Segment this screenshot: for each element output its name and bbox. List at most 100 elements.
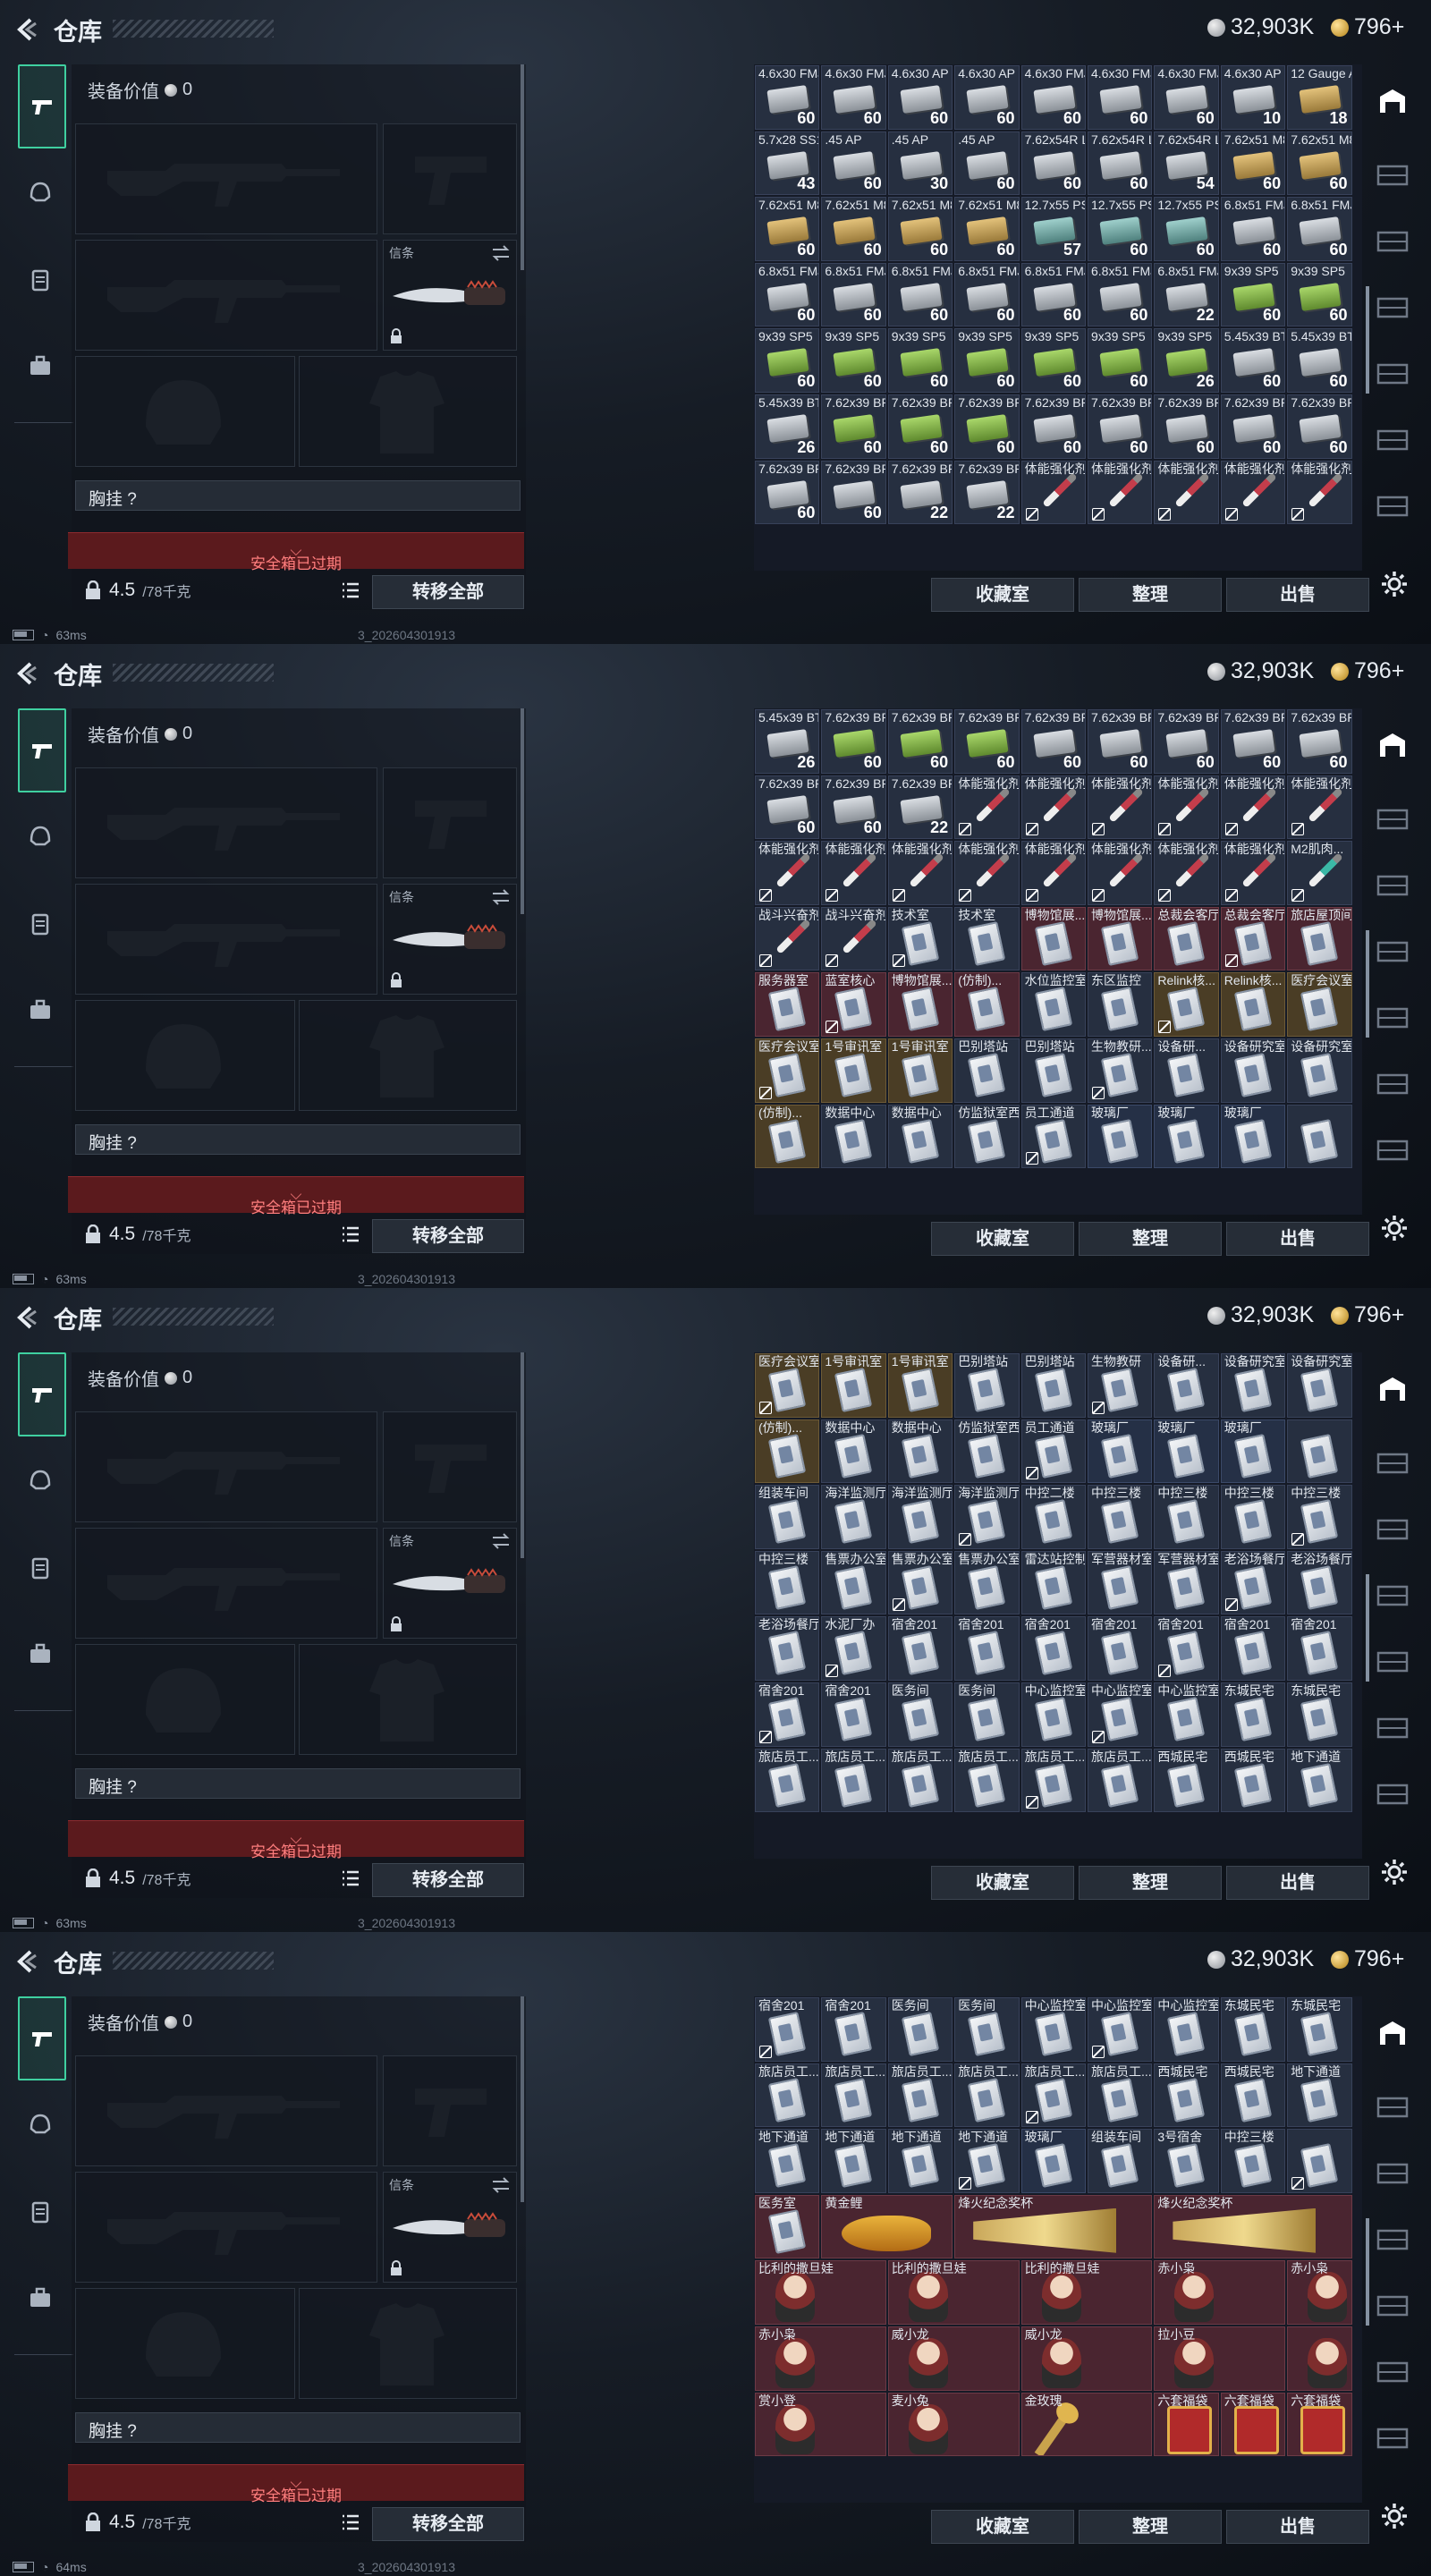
stash-item[interactable]: 海洋监测厅 [887, 1485, 953, 1549]
stash-item[interactable]: 总裁会客厅 [1220, 906, 1286, 971]
transfer-all-button[interactable]: 转移全部 [372, 575, 524, 609]
stash-item[interactable]: 旅店员工... [887, 2063, 953, 2128]
stash-item[interactable]: 地下通道 [1287, 2063, 1352, 2128]
stash-item[interactable]: 宿舍201 [821, 1682, 886, 1747]
stash-item[interactable]: 宿舍201 [1088, 1616, 1153, 1681]
stash-item[interactable]: 玻璃厂 [1220, 1419, 1286, 1484]
stash-item[interactable]: 东城民宅 [1287, 1682, 1352, 1747]
stash-item[interactable]: 中控三楼 [1154, 1485, 1219, 1549]
armor-slot[interactable] [299, 356, 517, 467]
silver-currency[interactable]: 32,903K [1207, 1946, 1314, 1972]
tab-weapons[interactable] [18, 1996, 66, 2080]
armor-slot[interactable] [299, 2288, 517, 2399]
stash-item[interactable]: 9x39 SP5 60 [1287, 262, 1352, 327]
stash-item[interactable]: 体能强化剂 [1154, 775, 1219, 840]
stash-collectible[interactable]: 麦小兔 [887, 2392, 1020, 2457]
stash-item[interactable]: 宿舍201 [755, 1682, 820, 1747]
storage-crate-icon[interactable] [1375, 492, 1410, 519]
stash-item[interactable]: 医疗会议室 [755, 1038, 820, 1103]
gold-currency[interactable]: 796+ [1331, 1946, 1404, 1972]
tab-weapons[interactable] [18, 64, 66, 148]
armor-slot[interactable] [299, 1000, 517, 1111]
stash-item[interactable]: Relink核... [1220, 972, 1286, 1037]
storage-crate-icon[interactable] [1375, 1449, 1410, 1476]
storage-crate-icon[interactable] [1375, 2358, 1410, 2385]
stash-item[interactable]: 海洋监测厅 [821, 1485, 886, 1549]
gold-currency[interactable]: 796+ [1331, 1302, 1404, 1328]
stash-item[interactable]: 9x39 SP5 60 [954, 328, 1020, 393]
storage-crate-icon[interactable] [1375, 805, 1410, 832]
stash-item[interactable]: 医务间 [954, 1997, 1020, 2062]
stash-item[interactable]: 7.62x51 M80 60 [887, 197, 953, 261]
stash-item[interactable]: (仿制)... [755, 1104, 820, 1169]
collection-room-button[interactable]: 收藏室 [931, 578, 1074, 612]
stash-scrollbar[interactable] [1366, 1574, 1369, 1682]
storage-crate-icon[interactable] [1375, 2093, 1410, 2120]
stash-item[interactable]: 玻璃厂 [1088, 1104, 1153, 1169]
warehouse-icon[interactable] [1375, 88, 1410, 114]
stash-collectible[interactable]: 拉小豆 [1154, 2326, 1286, 2391]
stash-item[interactable]: .45 AP 30 [887, 131, 953, 196]
primary-weapon-slot[interactable] [75, 2055, 377, 2166]
equipment-scrollbar[interactable] [521, 64, 524, 270]
secure-case-expired-banner[interactable]: 安全箱已过期 ⌵ [68, 1820, 524, 1860]
stash-item[interactable]: 旅店员工... [1020, 1748, 1086, 1813]
stash-item[interactable]: 9x39 SP5 60 [755, 328, 820, 393]
list-icon[interactable] [340, 580, 361, 601]
stash-item[interactable]: 地下通道 [1287, 1748, 1352, 1813]
storage-crate-icon[interactable] [1375, 1780, 1410, 1807]
stash-item[interactable]: 7.62x39 BP 60 [755, 775, 820, 840]
chest-rig-row[interactable]: 胸挂 ? [75, 2412, 521, 2443]
stash-item[interactable]: 中心监控室 [1020, 1682, 1086, 1747]
tab-armor[interactable] [18, 814, 63, 859]
stash-item[interactable]: 售票办公室 [954, 1550, 1020, 1615]
stash-item[interactable]: 7.62x39 BP 60 [954, 394, 1020, 459]
stash-item[interactable]: 雷达站控制 [1020, 1550, 1086, 1615]
stash-item[interactable]: 技术室 [887, 906, 953, 971]
stash-scrollbar[interactable] [1366, 286, 1369, 394]
primary-weapon-slot[interactable] [75, 767, 377, 878]
stash-item[interactable]: 5.45x39 BT 60 [1220, 328, 1286, 393]
stash-item[interactable]: 设备研究室 [1220, 1353, 1286, 1418]
stash-item[interactable]: 组装车间 [755, 1485, 820, 1549]
stash-item[interactable]: 7.62x39 BP 60 [821, 775, 886, 840]
stash-item[interactable]: 中心监控室 [1154, 1997, 1219, 2062]
stash-item[interactable]: 7.62x54R LPS 54 [1154, 131, 1219, 196]
stash-item[interactable]: 东城民宅 [1287, 1997, 1352, 2062]
stash-item[interactable]: 3号宿舍 [1154, 2129, 1219, 2193]
equipment-scrollbar[interactable] [521, 708, 524, 914]
stash-item[interactable]: 设备研究室 [1220, 1038, 1286, 1103]
stash-item[interactable]: 旅店员工... [821, 2063, 886, 2128]
gear-icon[interactable] [1379, 2501, 1410, 2531]
stash-collectible[interactable]: 六套福袋 [1287, 2392, 1352, 2457]
chest-rig-row[interactable]: 胸挂 ? [75, 480, 521, 511]
stash-item[interactable]: 西城民宅 [1154, 2063, 1219, 2128]
tab-bags[interactable] [18, 343, 63, 388]
silver-currency[interactable]: 32,903K [1207, 658, 1314, 684]
primary-weapon-slot[interactable] [75, 1411, 377, 1522]
stash-collectible[interactable] [1287, 2326, 1352, 2391]
helmet-slot[interactable] [75, 1644, 295, 1755]
tab-bags[interactable] [18, 987, 63, 1032]
back-arrow-icon[interactable] [13, 660, 39, 687]
stash-item[interactable]: 水泥厂办 [821, 1616, 886, 1681]
stash-item[interactable]: 玻璃厂 [1020, 2129, 1086, 2193]
tab-rigs[interactable] [18, 1546, 63, 1590]
tab-rigs[interactable] [18, 258, 63, 302]
stash-item[interactable]: 体能强化剂 [1088, 775, 1153, 840]
stash-collectible[interactable]: 威小龙 [1020, 2326, 1153, 2391]
tab-bags[interactable] [18, 1631, 63, 1676]
secure-case-expired-banner[interactable]: 安全箱已过期 ⌵ [68, 532, 524, 572]
swap-icon[interactable] [491, 244, 511, 262]
list-icon[interactable] [340, 1224, 361, 1245]
stash-item[interactable]: 老浴场餐厅 [1220, 1550, 1286, 1615]
pistol-slot[interactable] [383, 767, 517, 878]
storage-crate-icon[interactable] [1375, 426, 1410, 453]
stash-item[interactable]: 水位监控室 [1020, 972, 1086, 1037]
stash-item[interactable]: 6.8x51 FMJ 60 [1220, 197, 1286, 261]
stash-collectible[interactable]: 比利的撒旦娃 [1020, 2260, 1153, 2325]
storage-crate-icon[interactable] [1375, 360, 1410, 386]
stash-item[interactable]: 体能强化剂 [1020, 775, 1086, 840]
stash-item[interactable]: 9x39 SP5 60 [887, 328, 953, 393]
stash-item[interactable]: .45 AP 60 [954, 131, 1020, 196]
